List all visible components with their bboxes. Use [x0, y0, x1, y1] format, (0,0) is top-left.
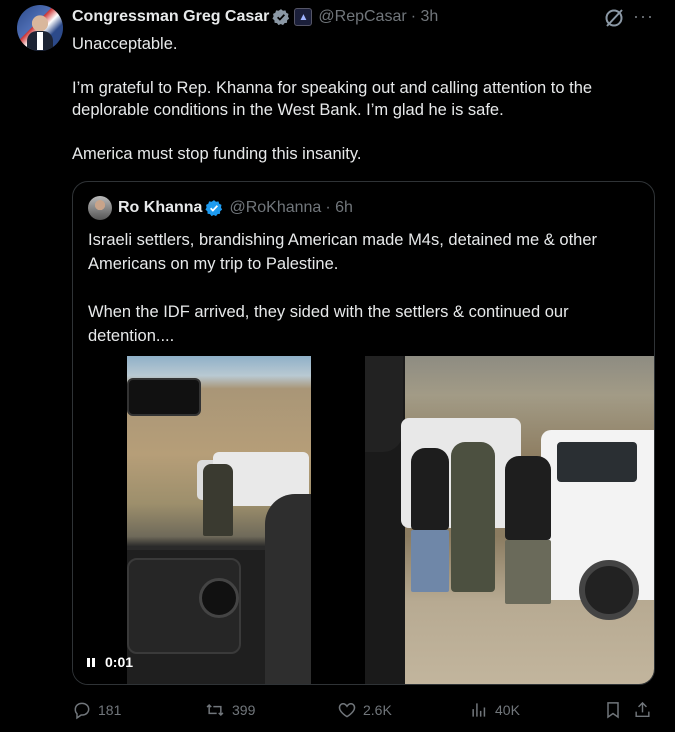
person-legs-shape [505, 540, 551, 604]
tweet-paragraph: America must stop funding this insanity. [72, 145, 362, 163]
share-button[interactable] [633, 700, 658, 720]
tweet-paragraph: I’m grateful to Rep. Khanna for speaking… [72, 79, 593, 119]
reply-icon [74, 702, 90, 720]
soldier-shape [451, 442, 495, 592]
people-shape [203, 464, 233, 536]
government-affiliation-icon[interactable]: ▲ [294, 8, 313, 26]
quote-text: Israeli settlers, brandishing American m… [88, 228, 643, 372]
video-time: 0:01 [105, 654, 134, 670]
verified-badge-icon[interactable] [205, 199, 223, 217]
views-button[interactable]: 40K [469, 700, 603, 720]
more-icon[interactable]: ··· [633, 6, 659, 28]
person-legs-shape [411, 530, 449, 592]
author-name[interactable]: Congressman Greg Casar [72, 8, 269, 26]
video-thumbnail [127, 356, 311, 684]
share-icon [635, 701, 650, 718]
bookmark-button[interactable] [603, 700, 633, 720]
views-count: 40K [495, 702, 520, 718]
bookmark-icon [607, 702, 619, 719]
verified-badge-icon[interactable] [272, 8, 290, 26]
person-shape [505, 456, 551, 540]
quote-header: Ro Khanna @RoKhanna · 6h [118, 199, 353, 217]
action-bar: 181 399 2.6K 40K [72, 698, 658, 722]
like-count: 2.6K [363, 702, 392, 718]
repost-icon [206, 703, 224, 717]
reply-count: 181 [98, 702, 122, 718]
like-icon [338, 702, 356, 718]
grok-icon[interactable] [603, 7, 625, 29]
tweet-paragraph: Unacceptable. [72, 35, 178, 53]
pause-icon[interactable] [87, 657, 95, 667]
person-shape [411, 448, 449, 530]
quote-paragraph: When the IDF arrived, they sided with th… [88, 303, 569, 345]
wheel-shape [579, 560, 639, 620]
quoted-tweet[interactable]: Ro Khanna @RoKhanna · 6h Israeli settler… [72, 181, 655, 685]
repost-button[interactable]: 399 [204, 700, 337, 720]
quote-handle[interactable]: @RoKhanna [229, 199, 321, 217]
quote-paragraph: Israeli settlers, brandishing American m… [88, 231, 598, 273]
dashboard-knob [199, 578, 239, 618]
quote-avatar[interactable] [88, 196, 112, 220]
tweet-time[interactable]: · 3h [411, 8, 439, 26]
like-button[interactable]: 2.6K [337, 700, 469, 720]
rearview-mirror [127, 378, 201, 416]
quote-time[interactable]: · 6h [325, 199, 353, 217]
seat-shape [265, 494, 311, 684]
reply-button[interactable]: 181 [72, 700, 204, 720]
video-player[interactable]: 0:01 [73, 356, 363, 684]
video-time-badge[interactable]: 0:01 [87, 652, 133, 672]
repost-count: 399 [232, 702, 256, 718]
tweet-text: Unacceptable. I’m grateful to Rep. Khann… [72, 33, 652, 187]
author-handle[interactable]: @RepCasar [318, 8, 406, 26]
truck-window [557, 442, 637, 482]
views-icon [472, 703, 486, 717]
tweet-header: Congressman Greg Casar ▲ @RepCasar · 3h [72, 6, 438, 28]
photo[interactable] [365, 356, 654, 684]
side-mirror-shape [365, 356, 403, 452]
avatar-shirt [37, 32, 43, 50]
quote-author-name[interactable]: Ro Khanna [118, 199, 202, 217]
author-avatar[interactable] [17, 5, 63, 51]
